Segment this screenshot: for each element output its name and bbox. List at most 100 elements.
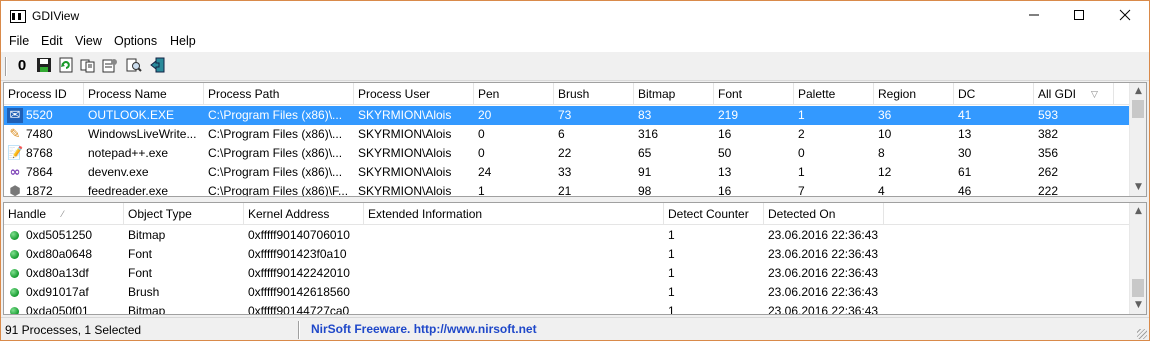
- process-id: 8768: [26, 146, 53, 160]
- reset-counters-button[interactable]: 0: [13, 57, 31, 75]
- menu-file[interactable]: File: [9, 34, 29, 48]
- dc-count: 41: [958, 108, 972, 122]
- bitmap-count: 316: [638, 127, 659, 141]
- process-user: SKYRMION\Alois: [358, 165, 452, 179]
- gdiview-window: GDIView File Edit View Options Help 0 Pr…: [0, 0, 1150, 341]
- col-detected-on[interactable]: Detected On: [764, 203, 884, 225]
- col-kernel-address[interactable]: Kernel Address: [244, 203, 364, 225]
- handle-value: 0xd91017af: [26, 285, 89, 299]
- process-list-scrollbar[interactable]: ▲ ▼: [1129, 83, 1146, 196]
- menu-options[interactable]: Options: [114, 34, 157, 48]
- pen-count: 24: [478, 165, 492, 179]
- menu-edit[interactable]: Edit: [41, 34, 63, 48]
- col-handle[interactable]: Handle: [4, 203, 124, 225]
- handle-value: 0xd5051250: [26, 228, 93, 242]
- exit-button[interactable]: [149, 57, 167, 75]
- col-all-gdi[interactable]: All GDI: [1034, 83, 1114, 105]
- scroll-up-icon[interactable]: ▲: [1130, 83, 1146, 100]
- gdi-object-icon: [10, 288, 19, 297]
- maximize-button[interactable]: [1056, 1, 1102, 32]
- all-gdi-count: 593: [1038, 108, 1059, 122]
- handle-row[interactable]: 0xd5051250 Bitmap 0xfffff90140706010 1 2…: [4, 226, 1131, 245]
- pen-count: 0: [478, 146, 485, 160]
- menu-help[interactable]: Help: [170, 34, 196, 48]
- close-button[interactable]: [1102, 1, 1148, 32]
- copy-button[interactable]: [79, 57, 97, 75]
- pen-count: 0: [478, 127, 485, 141]
- object-type: Bitmap: [128, 228, 166, 242]
- find-button[interactable]: [125, 57, 143, 75]
- col-palette[interactable]: Palette: [794, 83, 874, 105]
- scroll-up-icon[interactable]: ▲: [1130, 203, 1146, 220]
- gdi-handle-list[interactable]: Handle ⁄ Object Type Kernel Address Exte…: [3, 202, 1147, 315]
- nirsoft-link[interactable]: NirSoft Freeware. http://www.nirsoft.net: [311, 322, 537, 336]
- handle-row[interactable]: 0xd80a13df Font 0xfffff90142242010 1 23.…: [4, 264, 1131, 283]
- gdi-object-icon: [10, 307, 19, 314]
- process-row[interactable]: ∞ 7864 devenv.exe C:\Program Files (x86)…: [4, 163, 1131, 182]
- scroll-thumb[interactable]: [1132, 100, 1144, 118]
- all-gdi-count: 382: [1038, 127, 1059, 141]
- properties-button[interactable]: [101, 57, 119, 75]
- status-bar: 91 Processes, 1 Selected NirSoft Freewar…: [1, 317, 1149, 340]
- handle-list-header: Handle ⁄ Object Type Kernel Address Exte…: [4, 203, 1131, 225]
- process-name: OUTLOOK.EXE: [88, 108, 175, 122]
- gdi-object-icon: [10, 250, 19, 259]
- process-row[interactable]: ⬢ 1872 feedreader.exe C:\Program Files (…: [4, 182, 1131, 197]
- col-pen[interactable]: Pen: [474, 83, 554, 105]
- title-bar[interactable]: GDIView: [1, 1, 1149, 32]
- handle-row[interactable]: 0xd80a0648 Font 0xfffff901423f0a10 1 23.…: [4, 245, 1131, 264]
- bitmap-count: 98: [638, 184, 652, 197]
- col-extended-information[interactable]: Extended Information: [364, 203, 664, 225]
- col-process-name[interactable]: Process Name: [84, 83, 204, 105]
- process-name: notepad++.exe: [88, 146, 169, 160]
- col-object-type[interactable]: Object Type: [124, 203, 244, 225]
- col-process-user[interactable]: Process User: [354, 83, 474, 105]
- scroll-down-icon[interactable]: ▼: [1130, 297, 1146, 314]
- col-brush[interactable]: Brush: [554, 83, 634, 105]
- save-button[interactable]: [35, 57, 53, 75]
- process-user: SKYRMION\Alois: [358, 108, 452, 122]
- region-count: 8: [878, 146, 885, 160]
- col-font[interactable]: Font: [714, 83, 794, 105]
- col-bitmap[interactable]: Bitmap: [634, 83, 714, 105]
- process-row[interactable]: ✎ 7480 WindowsLiveWrite... C:\Program Fi…: [4, 125, 1131, 144]
- detected-on: 23.06.2016 22:36:43: [768, 228, 879, 242]
- process-user: SKYRMION\Alois: [358, 127, 452, 141]
- sort-descending-icon: ▽: [1091, 89, 1098, 99]
- outlook-icon: ✉: [7, 108, 23, 123]
- scroll-thumb[interactable]: [1132, 279, 1144, 297]
- detect-counter: 1: [668, 247, 675, 261]
- process-list[interactable]: Process ID Process Name Process Path Pro…: [3, 82, 1147, 197]
- notepad-icon: 📝: [7, 146, 24, 161]
- bitmap-count: 83: [638, 108, 652, 122]
- object-type: Font: [128, 266, 153, 280]
- handle-row[interactable]: 0xd91017af Brush 0xfffff90142618560 1 23…: [4, 283, 1131, 302]
- process-list-header: Process ID Process Name Process Path Pro…: [4, 83, 1131, 105]
- col-region[interactable]: Region: [874, 83, 954, 105]
- bitmap-count: 91: [638, 165, 652, 179]
- process-row[interactable]: 📝 8768 notepad++.exe C:\Program Files (x…: [4, 144, 1131, 163]
- pen-count: 1: [478, 184, 485, 197]
- gdiview-app-icon: [10, 10, 26, 23]
- pen-count: 20: [478, 108, 492, 122]
- col-detect-counter[interactable]: Detect Counter: [664, 203, 764, 225]
- col-process-path[interactable]: Process Path: [204, 83, 354, 105]
- col-dc[interactable]: DC: [954, 83, 1034, 105]
- process-row[interactable]: ✉ 5520 OUTLOOK.EXE C:\Program Files (x86…: [4, 106, 1131, 125]
- minimize-button[interactable]: [1011, 1, 1057, 32]
- kernel-address: 0xfffff90142618560: [248, 285, 350, 299]
- handle-row[interactable]: 0xda050f01 Bitmap 0xfffff90144727ca0 1 2…: [4, 302, 1131, 314]
- region-count: 36: [878, 108, 892, 122]
- menu-view[interactable]: View: [75, 34, 102, 48]
- refresh-button[interactable]: [57, 57, 75, 75]
- detect-counter: 1: [668, 285, 675, 299]
- handle-list-scrollbar[interactable]: ▲ ▼: [1129, 203, 1146, 314]
- kernel-address: 0xfffff90142242010: [248, 266, 350, 280]
- all-gdi-count: 356: [1038, 146, 1059, 160]
- font-count: 16: [718, 184, 732, 197]
- gdi-object-icon: [10, 269, 19, 278]
- col-process-id[interactable]: Process ID: [4, 83, 84, 105]
- scroll-down-icon[interactable]: ▼: [1130, 179, 1146, 196]
- process-user: SKYRMION\Alois: [358, 146, 452, 160]
- resize-grip-icon[interactable]: [1137, 329, 1147, 339]
